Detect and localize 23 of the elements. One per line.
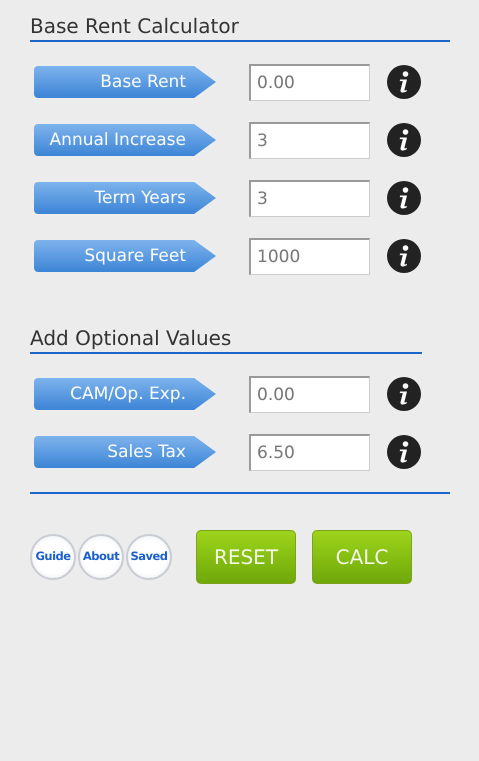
round-button[interactable]: Saved	[126, 534, 172, 580]
section-title: Base Rent Calculator	[30, 14, 240, 40]
input-field[interactable]: 1000	[249, 238, 370, 274]
round-button[interactable]: About	[78, 534, 124, 580]
input-field[interactable]: 3	[249, 122, 370, 158]
field-label: Base Rent	[34, 66, 216, 98]
field-label: Annual Increase	[34, 124, 216, 156]
info-icon[interactable]	[387, 123, 421, 157]
input-field[interactable]: 3	[249, 180, 370, 216]
info-icon[interactable]	[387, 239, 421, 273]
input-field[interactable]: 0.00	[249, 376, 370, 412]
field-label: Term Years	[34, 182, 216, 214]
input-field[interactable]: 6.50	[249, 434, 370, 470]
info-icon[interactable]	[387, 377, 421, 411]
info-icon[interactable]	[387, 435, 421, 469]
field-label: Sales Tax	[34, 436, 216, 468]
round-button[interactable]: Guide	[30, 534, 76, 580]
info-icon[interactable]	[387, 65, 421, 99]
info-icon[interactable]	[387, 181, 421, 215]
section-title: Add Optional Values	[30, 326, 232, 352]
field-label: Square Feet	[34, 240, 216, 272]
input-field[interactable]: 0.00	[249, 64, 370, 100]
field-label: CAM/Op. Exp.	[34, 378, 216, 410]
